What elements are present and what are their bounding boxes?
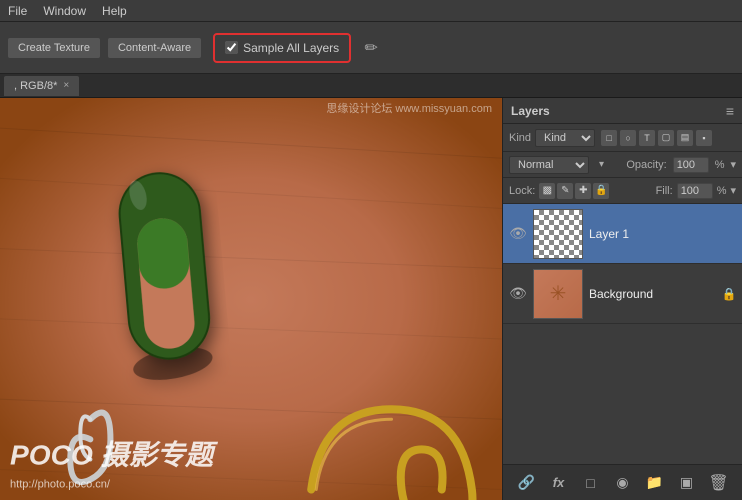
blend-expand-icon: ▾ [599, 159, 604, 170]
layers-list: 👁 Layer 1 👁 Background 🔒 [503, 204, 742, 464]
kind-select[interactable]: Kind [535, 129, 595, 147]
layers-panel-menu-icon[interactable]: ≡ [726, 103, 734, 119]
site-watermark: 思缘设计论坛 www.missyuan.com [326, 100, 492, 116]
background-name: Background [589, 287, 716, 301]
tab-bar: , RGB/8* × [0, 74, 742, 98]
kind-shape-icon[interactable]: ▢ [658, 130, 674, 146]
main-area: POCO 摄影专题 http://photo.poco.cn/ 思缘设计论坛 w… [0, 98, 742, 500]
fill-dropdown-icon[interactable]: ▾ [730, 184, 736, 197]
kind-type-icon[interactable]: T [639, 130, 655, 146]
background-thumb-image [534, 270, 582, 318]
menu-help[interactable]: Help [102, 4, 127, 18]
lock-all-icon[interactable]: 🔒 [593, 183, 609, 199]
opacity-dropdown-icon[interactable]: ▾ [730, 158, 736, 171]
menu-bar: File Window Help [0, 0, 742, 22]
kind-extra-icon[interactable]: ▪ [696, 130, 712, 146]
toolbar: Create Texture Content-Aware Sample All … [0, 22, 742, 74]
new-group-button[interactable]: 📁 [644, 472, 666, 494]
canvas-scene: POCO 摄影专题 http://photo.poco.cn/ 思缘设计论坛 w… [0, 98, 502, 500]
kind-adjust-icon[interactable]: ○ [620, 130, 636, 146]
kind-icons: □ ○ T ▢ ▤ ▪ [601, 130, 712, 146]
layers-panel: Layers ≡ Kind Kind □ ○ T ▢ ▤ ▪ Normal Mu… [502, 98, 742, 500]
tab-label: , RGB/8* [14, 80, 57, 92]
tab-close-icon[interactable]: × [63, 80, 69, 91]
kind-pixel-icon[interactable]: □ [601, 130, 617, 146]
delete-layer-button[interactable]: 🗑 [708, 472, 730, 494]
sample-all-layers-text: Sample All Layers [243, 41, 339, 55]
layer1-name: Layer 1 [589, 227, 736, 241]
brush-icon[interactable]: ✏ [359, 36, 383, 60]
sample-all-layers-checkbox[interactable] [225, 41, 238, 54]
layer-item-layer1[interactable]: 👁 Layer 1 [503, 204, 742, 264]
opacity-label: Opacity: [626, 159, 666, 171]
background-lock-icon: 🔒 [722, 287, 736, 301]
menu-window[interactable]: Window [43, 4, 86, 18]
sample-all-layers-label[interactable]: Sample All Layers [225, 41, 339, 55]
content-aware-button[interactable]: Content-Aware [108, 38, 201, 58]
layers-panel-title: Layers [511, 104, 550, 118]
link-layers-button[interactable]: 🔗 [516, 472, 538, 494]
lock-icons: ▩ ✎ ✚ 🔒 [539, 183, 609, 199]
kind-row: Kind Kind □ ○ T ▢ ▤ ▪ [503, 124, 742, 152]
kind-label: Kind [509, 132, 531, 144]
sample-all-layers-group: Sample All Layers [213, 33, 351, 63]
lock-label: Lock: [509, 185, 535, 197]
layers-footer: 🔗 fx □ ◉ 📁 ▣ 🗑 [503, 464, 742, 500]
background-thumbnail [533, 269, 583, 319]
opacity-percent-icon: % [715, 159, 725, 171]
lock-fill-row: Lock: ▩ ✎ ✚ 🔒 Fill: % ▾ [503, 178, 742, 204]
svg-text:http://photo.poco.cn/: http://photo.poco.cn/ [10, 479, 111, 491]
kind-smart-icon[interactable]: ▤ [677, 130, 693, 146]
fill-input[interactable] [677, 183, 713, 199]
menu-file[interactable]: File [8, 4, 27, 18]
lock-pixels-icon[interactable]: ✎ [557, 183, 573, 199]
layer1-thumb-transparent [534, 210, 582, 258]
layer-item-background[interactable]: 👁 Background 🔒 [503, 264, 742, 324]
layers-panel-header: Layers ≡ [503, 98, 742, 124]
fill-label: Fill: [656, 185, 673, 197]
layer1-visibility-icon[interactable]: 👁 [509, 225, 527, 243]
add-mask-button[interactable]: □ [580, 472, 602, 494]
lock-transparency-icon[interactable]: ▩ [539, 183, 555, 199]
opacity-input[interactable] [673, 157, 709, 173]
fill-percent-icon: % [717, 185, 727, 197]
blend-mode-select[interactable]: Normal Multiply Screen [509, 156, 589, 174]
canvas-tab[interactable]: , RGB/8* × [4, 76, 79, 96]
adjustment-button[interactable]: ◉ [612, 472, 634, 494]
create-texture-button[interactable]: Create Texture [8, 38, 100, 58]
svg-text:POCO 摄影专题: POCO 摄影专题 [10, 439, 219, 470]
layer1-thumbnail [533, 209, 583, 259]
background-visibility-icon[interactable]: 👁 [509, 285, 527, 303]
new-layer-button[interactable]: ▣ [676, 472, 698, 494]
fx-button[interactable]: fx [548, 472, 570, 494]
canvas-area[interactable]: POCO 摄影专题 http://photo.poco.cn/ 思缘设计论坛 w… [0, 98, 502, 500]
lock-position-icon[interactable]: ✚ [575, 183, 591, 199]
blend-opacity-row: Normal Multiply Screen ▾ Opacity: % ▾ [503, 152, 742, 178]
